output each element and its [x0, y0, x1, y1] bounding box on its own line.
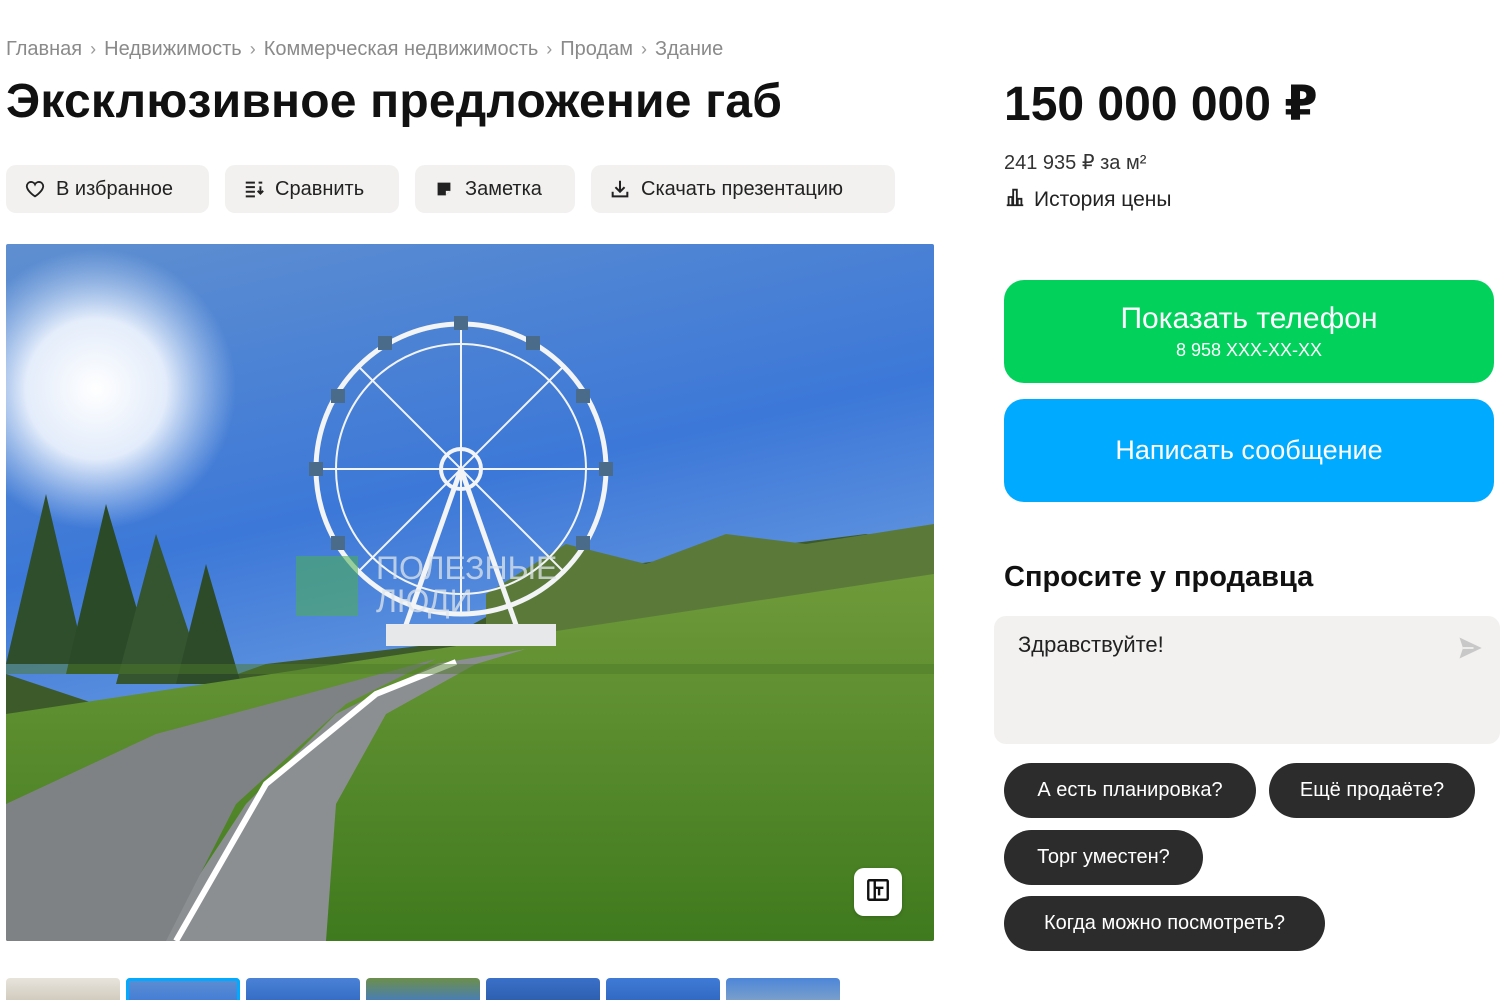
favorite-label: В избранное [56, 177, 174, 200]
breadcrumb-separator: › [641, 39, 647, 59]
breadcrumb: Главная › Недвижимость › Коммерческая не… [6, 38, 723, 61]
photo-thumbnail[interactable] [726, 978, 840, 1000]
compare-label: Сравнить [275, 177, 365, 200]
write-message-button[interactable]: Написать сообщение [1004, 399, 1494, 502]
page-title: Эксклюзивное предложение габ [6, 75, 783, 128]
quick-question-chip[interactable]: Торг уместен? [1004, 830, 1203, 885]
breadcrumb-item-realty[interactable]: Недвижимость [104, 38, 242, 61]
photo-thumbnail[interactable] [126, 978, 240, 1000]
breadcrumb-separator: › [90, 39, 97, 59]
note-button[interactable]: Заметка [415, 165, 575, 213]
price-history-label: История цены [1034, 188, 1172, 211]
price: 150 000 000 ₽ [1004, 78, 1318, 131]
heart-icon [24, 178, 46, 200]
breadcrumb-item-home[interactable]: Главная [6, 38, 82, 61]
expand-icon [865, 877, 891, 908]
show-phone-label: Показать телефон [1120, 302, 1378, 335]
write-message-label: Написать сообщение [1115, 435, 1383, 465]
photo-thumbnail[interactable] [6, 978, 120, 1000]
photo-thumbnail[interactable] [366, 978, 480, 1000]
photo-watermark-line2: ЛЮДИ [376, 583, 473, 619]
quick-question-chip[interactable]: А есть планировка? [1004, 763, 1256, 818]
breadcrumb-item-building[interactable]: Здание [655, 38, 723, 61]
download-icon [609, 178, 631, 200]
show-phone-button[interactable]: Показать телефон 8 958 XXX-XX-XX [1004, 280, 1494, 383]
photo-thumbnail[interactable] [486, 978, 600, 1000]
photo-thumbnail[interactable] [246, 978, 360, 1000]
expand-photo-button[interactable] [854, 868, 902, 916]
message-input[interactable] [1018, 632, 1438, 658]
main-photo[interactable]: ПОЛЕЗНЫЕ ЛЮДИ [6, 244, 934, 941]
photo-thumbnails [6, 978, 840, 1000]
price-history-link[interactable]: История цены [1004, 186, 1171, 214]
compare-list-icon [243, 178, 265, 200]
price-per-sqm: 241 935 ₽ за м² [1004, 152, 1147, 174]
listing-actions: В избранное Сравнить Заметка Скачать пре… [6, 165, 895, 213]
breadcrumb-item-sell[interactable]: Продам [560, 38, 633, 61]
download-presentation-button[interactable]: Скачать презентацию [591, 165, 895, 213]
note-icon [433, 178, 455, 200]
photo-watermark-line1: ПОЛЕЗНЫЕ [376, 550, 557, 586]
breadcrumb-separator: › [546, 39, 553, 59]
favorite-button[interactable]: В избранное [6, 165, 209, 213]
send-icon[interactable] [1456, 634, 1484, 662]
compare-button[interactable]: Сравнить [225, 165, 399, 213]
breadcrumb-separator: › [249, 39, 256, 59]
ask-seller-title: Спросите у продавца [1004, 561, 1314, 593]
message-box [994, 616, 1500, 744]
quick-question-chip[interactable]: Когда можно посмотреть? [1004, 896, 1325, 951]
note-label: Заметка [465, 177, 542, 200]
photo-thumbnail[interactable] [606, 978, 720, 1000]
quick-question-chip[interactable]: Ещё продаёте? [1269, 763, 1475, 818]
bar-chart-icon [1004, 186, 1026, 214]
download-label: Скачать презентацию [641, 177, 843, 200]
breadcrumb-item-commercial[interactable]: Коммерческая недвижимость [264, 38, 539, 61]
phone-masked: 8 958 XXX-XX-XX [1175, 340, 1323, 360]
